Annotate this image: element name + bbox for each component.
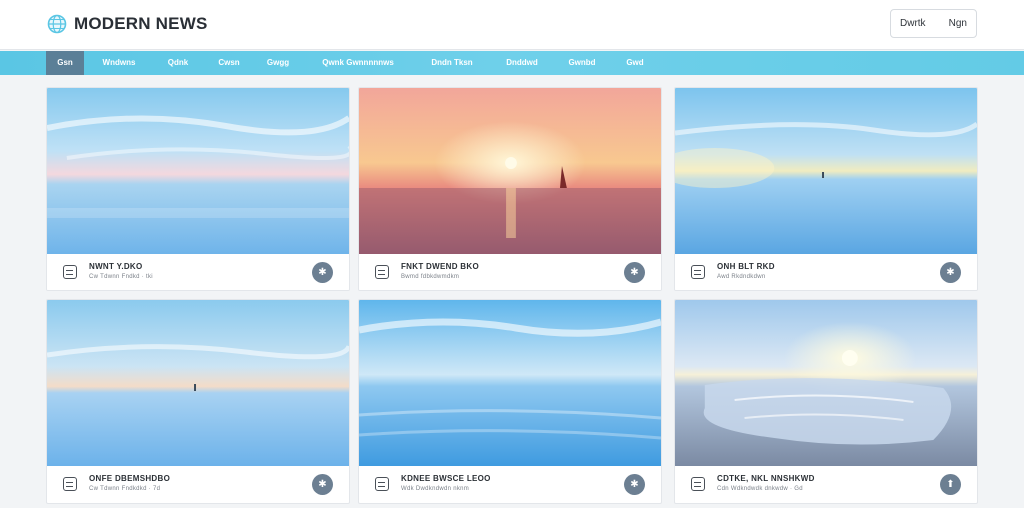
- nav-item-5[interactable]: Gwgg: [261, 51, 295, 75]
- card-footer: KDNEE BWSCE LEOO Wdk Dwdkndwdn nknm ✱: [359, 466, 661, 502]
- nav-item-7[interactable]: Dndn Tksn: [421, 51, 483, 75]
- share-icon[interactable]: ✱: [624, 262, 645, 283]
- nav-item-9[interactable]: Gwnbd: [561, 51, 603, 75]
- logo[interactable]: MODERN NEWS: [47, 12, 207, 36]
- card-icon: [691, 265, 705, 279]
- card-meta: Cdn Wdkndwdk dnkwdw · Gd: [717, 486, 803, 492]
- category-nav: Gsn Wndwns Qdnk Cwsn Gwgg Qwnk Gwnnnnnws…: [0, 51, 1024, 75]
- card-title[interactable]: NWNT Y.DKO: [89, 262, 143, 271]
- card-meta: Wdk Dwdkndwdn nknm: [401, 486, 470, 492]
- nav-item-3[interactable]: Qdnk: [160, 51, 196, 75]
- news-card[interactable]: ONFE DBEMSHDBO Cw Tdwnn Fndkdkd · 7d ✱: [46, 299, 350, 504]
- news-card[interactable]: CDTKE, NKL NNSHKWD Cdn Wdkndwdk dnkwdw ·…: [674, 299, 978, 504]
- card-icon: [375, 477, 389, 491]
- card-footer: NWNT Y.DKO Cw Tdwnn Fndkd · tki ✱: [47, 254, 349, 290]
- share-icon[interactable]: ✱: [312, 474, 333, 495]
- card-meta: Cw Tdwnn Fndkdkd · 7d: [89, 486, 161, 492]
- share-icon[interactable]: ⬆: [940, 474, 961, 495]
- card-meta: Bwmd fdbkdwmdkm: [401, 274, 460, 280]
- card-title[interactable]: ONFE DBEMSHDBO: [89, 474, 170, 483]
- card-footer: ONH BLT RKD Awd Rkdndkdwn ✱: [675, 254, 977, 290]
- card-image[interactable]: [47, 88, 349, 254]
- account-button-left-label: Dwrtk: [900, 18, 926, 29]
- news-card[interactable]: ONH BLT RKD Awd Rkdndkdwn ✱: [674, 87, 978, 291]
- site-header: MODERN NEWS Dwrtk Ngn: [0, 0, 1024, 50]
- nav-item-6[interactable]: Qwnk Gwnnnnnws: [315, 51, 401, 75]
- card-title[interactable]: FNKT DWEND BKO: [401, 262, 479, 271]
- news-card[interactable]: NWNT Y.DKO Cw Tdwnn Fndkd · tki ✱: [46, 87, 350, 291]
- share-icon[interactable]: ✱: [940, 262, 961, 283]
- card-footer: CDTKE, NKL NNSHKWD Cdn Wdkndwdk dnkwdw ·…: [675, 466, 977, 502]
- account-button-right-label: Ngn: [948, 18, 967, 29]
- card-image[interactable]: [675, 300, 977, 466]
- news-card[interactable]: KDNEE BWSCE LEOO Wdk Dwdkndwdn nknm ✱: [358, 299, 662, 504]
- card-title[interactable]: CDTKE, NKL NNSHKWD: [717, 474, 815, 483]
- share-icon[interactable]: ✱: [312, 262, 333, 283]
- card-icon: [63, 265, 77, 279]
- globe-icon: [47, 14, 67, 34]
- card-footer: FNKT DWEND BKO Bwmd fdbkdwmdkm ✱: [359, 254, 661, 290]
- card-title[interactable]: ONH BLT RKD: [717, 262, 775, 271]
- nav-item-8[interactable]: Dnddwd: [502, 51, 542, 75]
- nav-item-1[interactable]: Gsn: [46, 51, 84, 75]
- card-icon: [63, 477, 77, 491]
- card-image[interactable]: [359, 300, 661, 466]
- site-title: MODERN NEWS: [74, 14, 208, 33]
- nav-item-2[interactable]: Wndwns: [98, 51, 140, 75]
- card-icon: [691, 477, 705, 491]
- card-icon: [375, 265, 389, 279]
- card-footer: ONFE DBEMSHDBO Cw Tdwnn Fndkdkd · 7d ✱: [47, 466, 349, 502]
- card-image[interactable]: [359, 88, 661, 254]
- nav-item-10[interactable]: Gwd: [620, 51, 650, 75]
- card-title[interactable]: KDNEE BWSCE LEOO: [401, 474, 491, 483]
- card-meta: Cw Tdwnn Fndkd · tki: [89, 274, 153, 280]
- share-icon[interactable]: ✱: [624, 474, 645, 495]
- account-button[interactable]: Dwrtk Ngn: [890, 9, 977, 38]
- card-image[interactable]: [47, 300, 349, 466]
- nav-item-4[interactable]: Cwsn: [213, 51, 245, 75]
- card-image[interactable]: [675, 88, 977, 254]
- card-meta: Awd Rkdndkdwn: [717, 274, 766, 280]
- news-card[interactable]: FNKT DWEND BKO Bwmd fdbkdwmdkm ✱: [358, 87, 662, 291]
